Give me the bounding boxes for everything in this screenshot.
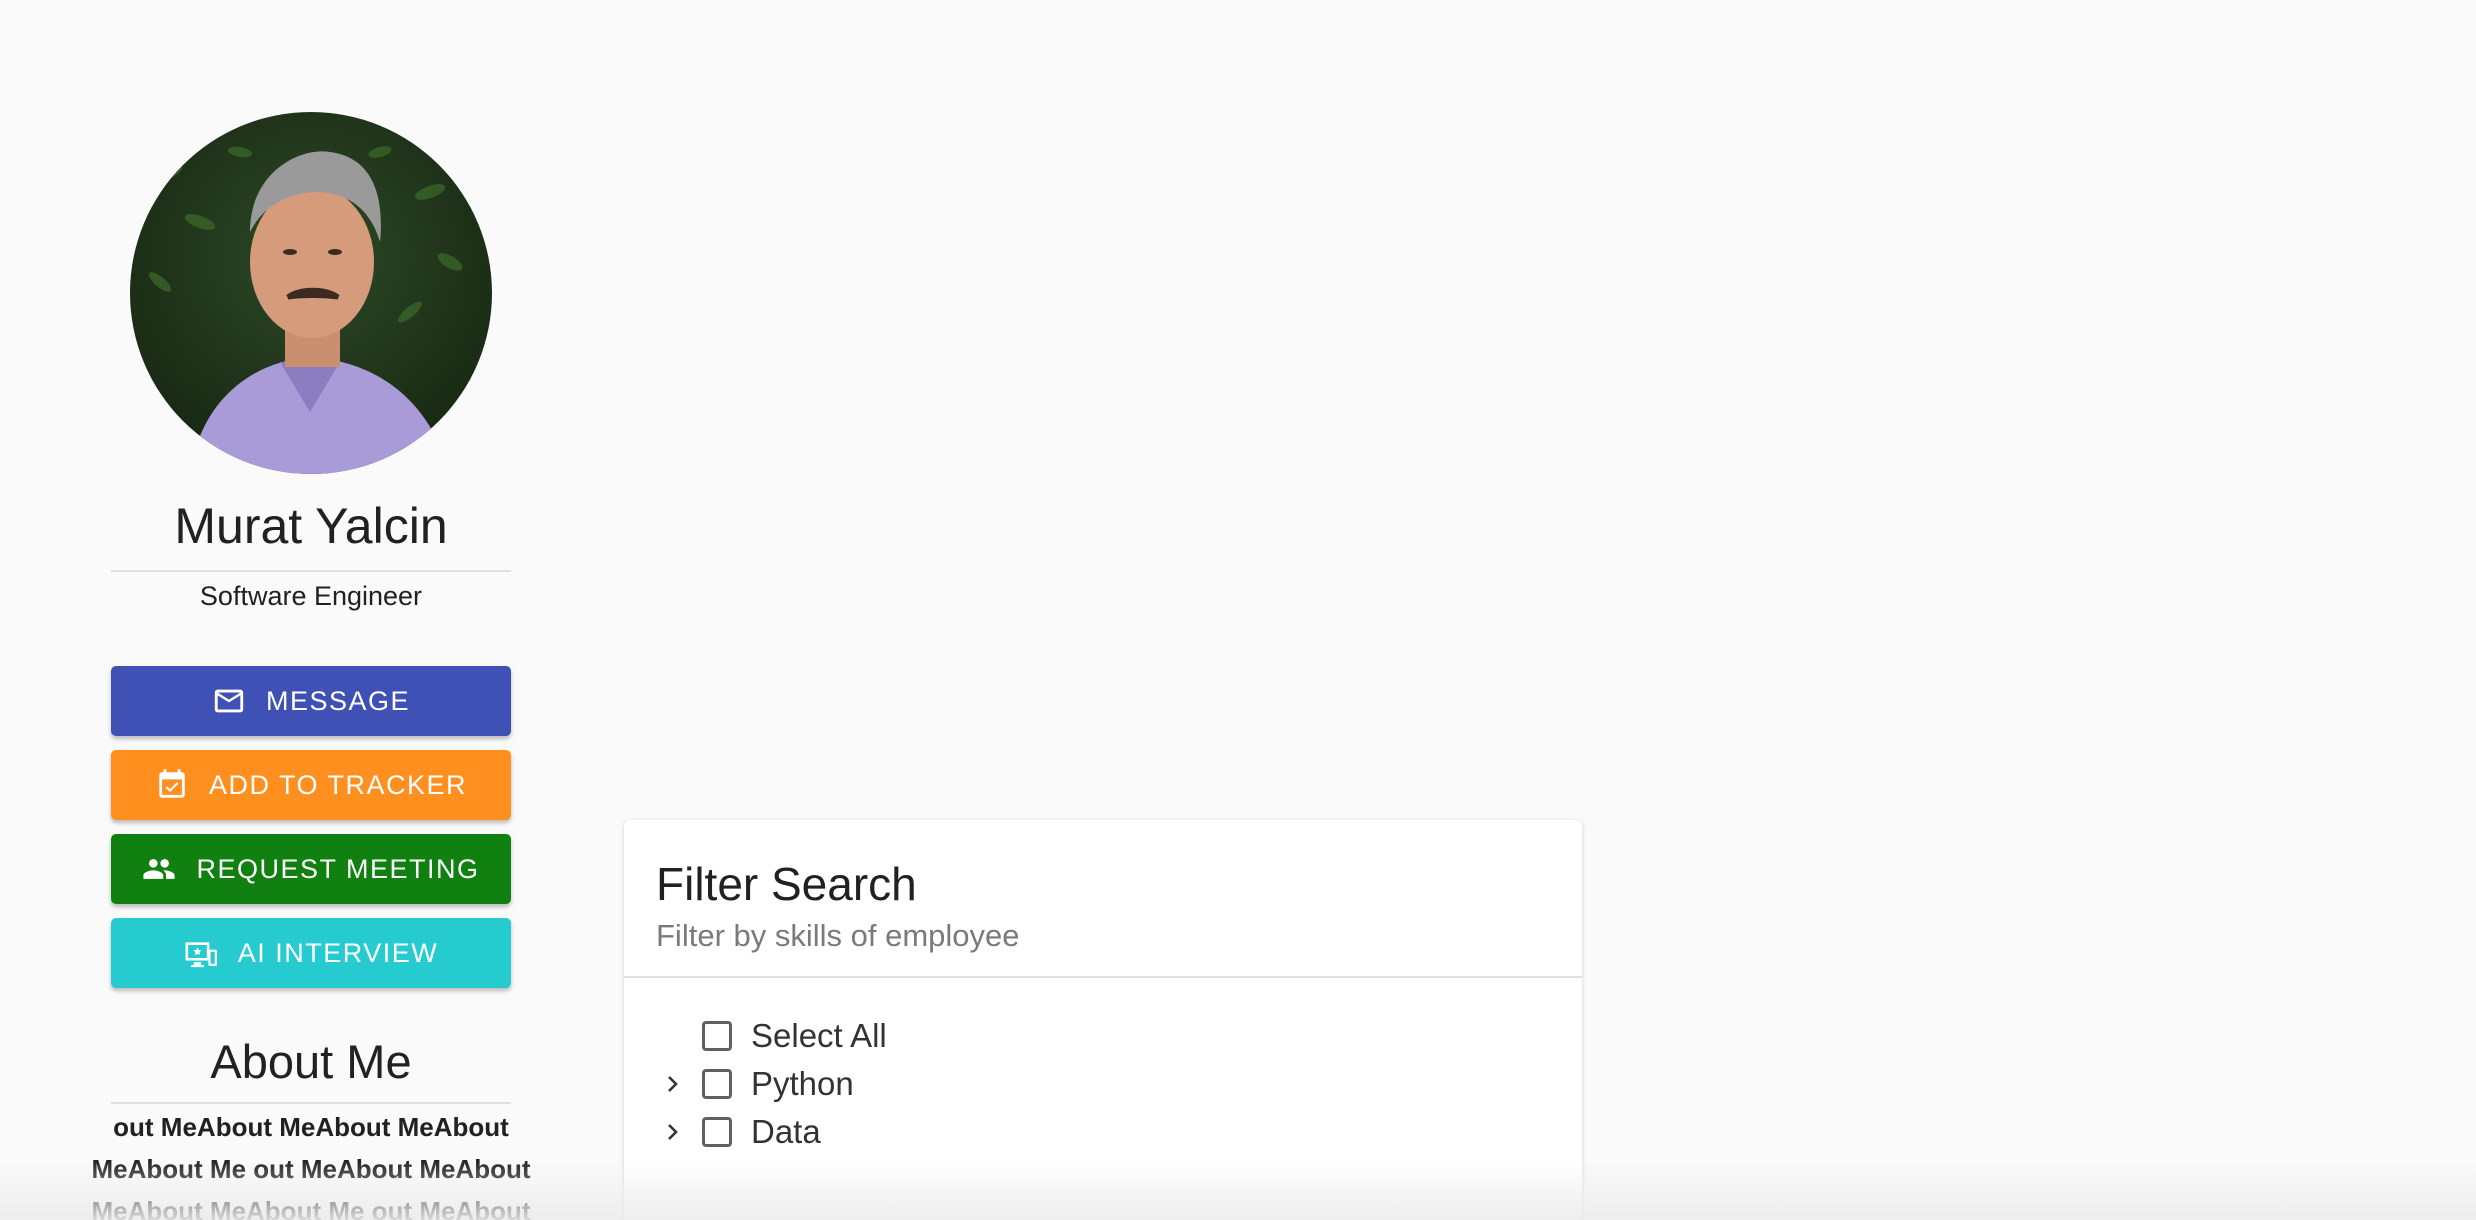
tree-item-select-all[interactable]: Select All [624, 1012, 1582, 1060]
add-to-tracker-label: ADD TO TRACKER [208, 769, 468, 800]
tree-item-label: Python [751, 1065, 854, 1102]
filter-search-card: Filter Search Filter by skills of employ… [624, 820, 1582, 1220]
calendar-check-icon [155, 768, 189, 802]
monitor-star-icon [184, 936, 218, 970]
tree-item-label: Select All [751, 1017, 887, 1054]
avatar [130, 112, 492, 474]
ai-interview-button[interactable]: AI INTERVIEW [111, 918, 511, 988]
tree-item-python[interactable]: Python [624, 1060, 1582, 1108]
chevron-right-icon[interactable] [660, 1072, 684, 1096]
skills-tree: Select All Python Data [624, 978, 1582, 1156]
data-checkbox[interactable] [702, 1117, 732, 1147]
tree-item-label: Data [751, 1113, 821, 1150]
message-button[interactable]: MESSAGE [111, 666, 511, 736]
page: Murat Yalcin Software Engineer MESSAGE A… [0, 0, 2476, 1220]
profile-role: Software Engineer [199, 581, 423, 611]
select-all-checkbox[interactable] [702, 1021, 732, 1051]
about-me-heading: About Me [210, 1035, 412, 1088]
name-divider [111, 570, 511, 572]
request-meeting-button[interactable]: REQUEST MEETING [111, 834, 511, 904]
profile-panel: Murat Yalcin Software Engineer MESSAGE A… [91, 112, 531, 1220]
tree-item-data[interactable]: Data [624, 1108, 1582, 1156]
chevron-right-icon[interactable] [660, 1120, 684, 1144]
python-checkbox[interactable] [702, 1069, 732, 1099]
filter-card-header: Filter Search Filter by skills of employ… [624, 820, 1582, 978]
about-me-text: out MeAbout MeAbout MeAbout MeAbout Me o… [91, 1112, 531, 1220]
filter-title: Filter Search [656, 858, 917, 910]
ai-interview-label: AI INTERVIEW [237, 937, 439, 968]
mail-icon [212, 684, 246, 718]
add-to-tracker-button[interactable]: ADD TO TRACKER [111, 750, 511, 820]
people-icon [142, 852, 176, 886]
profile-name: Murat Yalcin [174, 498, 448, 554]
request-meeting-label: REQUEST MEETING [196, 853, 480, 884]
message-button-label: MESSAGE [265, 685, 411, 716]
filter-subtitle: Filter by skills of employee [656, 918, 1020, 953]
